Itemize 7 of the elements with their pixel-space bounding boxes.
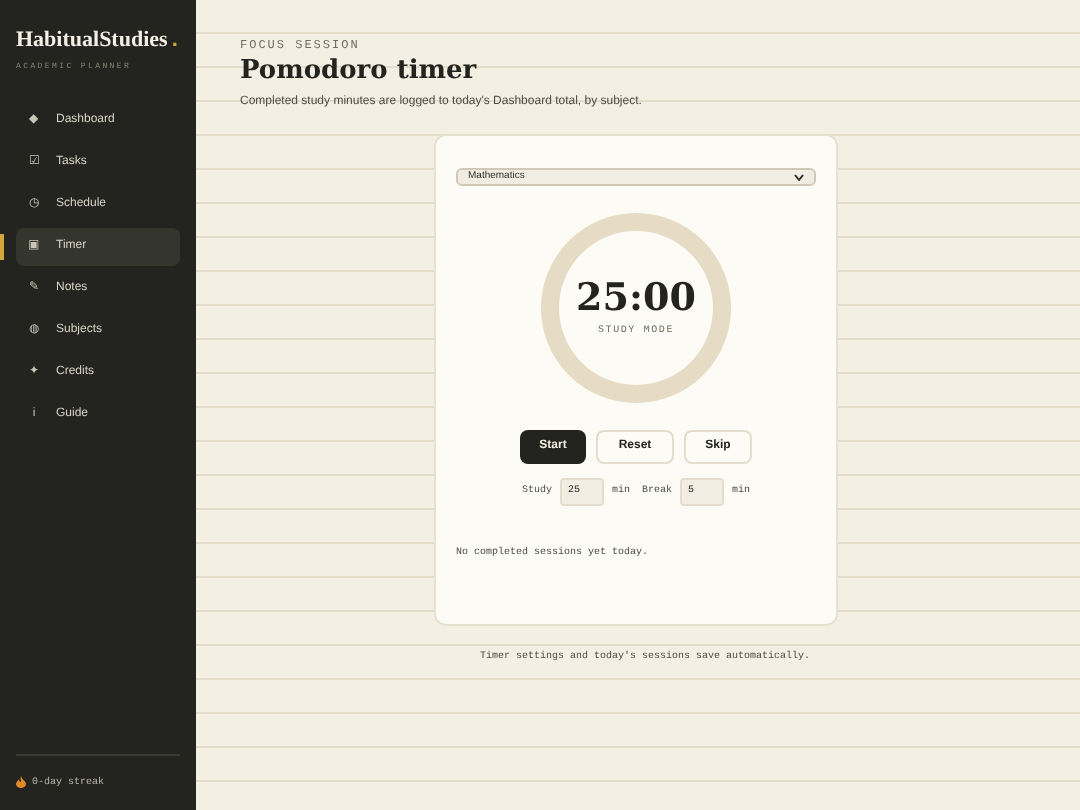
timer-display: 25:00 <box>576 276 696 321</box>
active-indicator <box>0 233 4 259</box>
chevron-down-icon <box>794 173 804 181</box>
page-title: Pomodoro timer <box>240 56 479 88</box>
flame-icon <box>16 776 26 789</box>
brand-dot: . <box>171 26 178 56</box>
brand-name: HabitualStudies <box>16 26 168 56</box>
